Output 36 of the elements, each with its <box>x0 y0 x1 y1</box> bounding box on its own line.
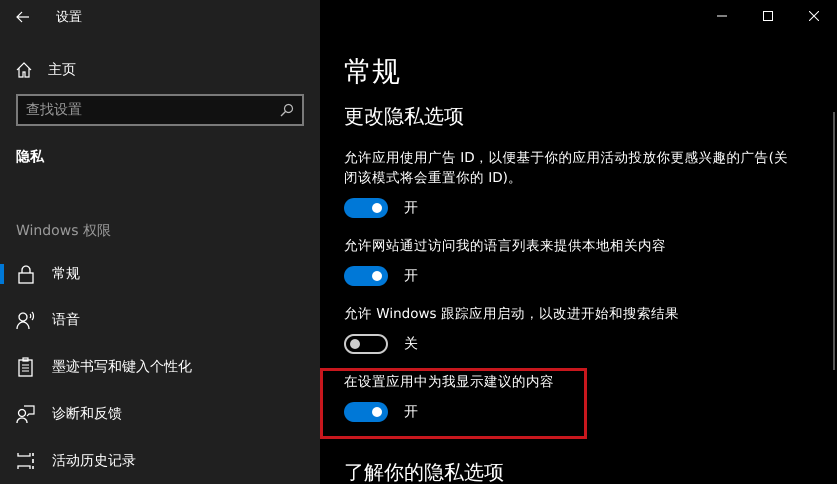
sidebar-item[interactable]: 活动历史记录 <box>0 437 320 484</box>
person-voice-icon <box>16 310 36 330</box>
search-icon[interactable] <box>280 102 294 117</box>
sidebar-item[interactable]: 诊断和反馈 <box>0 390 320 438</box>
toggle-switch[interactable] <box>344 198 388 218</box>
sidebar-item[interactable]: 墨迹书写和键入个性化 <box>0 344 320 391</box>
section-heading: 更改隐私选项 <box>344 103 465 130</box>
setting-description: 允许应用使用广告 ID，以便基于你的应用活动投放你更感兴趣的广告(关闭该模式将会重置你的 ID)。 <box>344 149 789 188</box>
setting-description: 在设置应用中为我显示建议的内容 <box>344 373 555 392</box>
toggle-state: 关 <box>404 335 418 353</box>
section-title: 隐私 <box>15 148 46 167</box>
minimize-icon <box>717 15 727 17</box>
window-title: 设置 <box>56 8 82 26</box>
group-header: Windows 权限 <box>15 222 112 242</box>
back-icon[interactable] <box>16 10 30 23</box>
toggle-switch[interactable] <box>344 266 388 286</box>
home-icon[interactable] <box>16 62 32 78</box>
toggle-state: 开 <box>404 199 418 217</box>
maximize-icon <box>763 11 773 21</box>
scrollbar[interactable] <box>833 112 835 370</box>
page-title: 常规 <box>344 54 401 90</box>
toggle-state: 开 <box>404 267 418 285</box>
setting-description: 允许 Windows 跟踪应用启动，以改进开始和搜索结果 <box>344 305 680 324</box>
section-heading: 了解你的隐私选项 <box>344 459 504 484</box>
sidebar-item[interactable]: 常规 <box>0 250 320 298</box>
search-field[interactable]: 查找设置 <box>16 94 304 126</box>
toggle-switch[interactable] <box>344 402 388 422</box>
home-link[interactable]: 主页 <box>48 61 76 80</box>
close-icon <box>809 11 819 21</box>
toggle-switch[interactable] <box>344 334 388 354</box>
person-feedback-icon <box>16 404 36 424</box>
setting-description: 允许网站通过访问我的语言列表来提供本地相关内容 <box>344 237 667 256</box>
lock-icon <box>16 264 36 284</box>
timeline-icon <box>16 450 36 471</box>
sidebar-item[interactable]: 语音 <box>0 297 320 344</box>
toggle-state: 开 <box>404 403 418 421</box>
